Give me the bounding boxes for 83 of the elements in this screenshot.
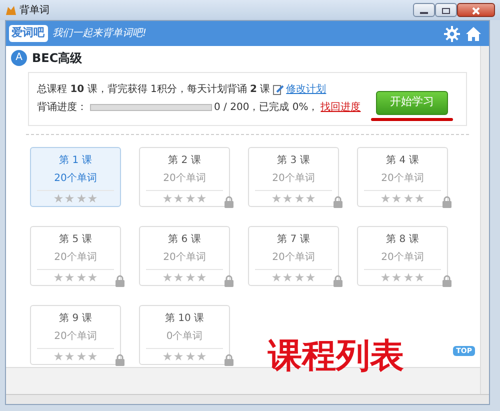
plan-summary: 总课程 10 课，背完获得 1积分，每天计划背诵 2 课 [37,82,270,98]
star-icon [392,272,402,282]
recover-progress-link[interactable]: 找回进度 [320,100,361,115]
star-icon [306,194,316,202]
word-count: 20个单词 [271,172,316,186]
lesson-title: 第 8 课 [385,232,420,246]
star-icon [272,272,281,282]
home-icon[interactable] [464,26,482,42]
star-icon [88,272,98,282]
lesson-title: 第 9 课 [58,312,93,326]
star-icon [186,194,195,202]
star-icon [54,352,63,360]
word-count: 20个单词 [380,250,425,264]
star-icon [294,194,304,202]
star-icon [76,272,86,282]
word-count: 20个单词 [380,172,425,186]
star-icon [186,272,195,282]
star-icon [162,352,172,360]
star-icon [76,194,86,202]
progress-label: 背诵进度： [37,100,87,115]
star-icon [65,272,74,282]
word-count: 20个单词 [53,172,98,186]
window-title: 背单词 [20,4,50,18]
annotation-text: 课程列表 [268,339,404,373]
star-icon [76,352,86,360]
app-logo: 爱词吧 [8,25,48,42]
word-count: 20个单词 [162,250,207,264]
maximize-icon [442,8,450,14]
word-count: 20个单词 [162,172,207,186]
lesson-card[interactable]: 第 1 课 20个单词 [30,146,121,206]
star-icon [197,272,206,282]
edit-plan-link[interactable]: 修改计划 [286,82,326,98]
scrollbar[interactable] [480,46,489,394]
horizontal-scrollbar[interactable] [6,394,489,404]
star-icon [415,272,424,282]
star-icon [174,272,184,282]
star-icon [404,272,413,282]
star-icon [174,194,184,202]
minimize-button[interactable] [413,3,435,17]
star-icon [380,194,390,202]
word-count: 20个单词 [271,250,316,264]
star-icon [197,194,206,202]
star-icon [65,194,74,202]
star-icon [272,194,281,202]
close-icon [472,7,480,16]
star-icon [415,194,424,202]
star-icon [65,352,74,360]
lesson-title: 第 10 课 [164,312,206,326]
maximize-button[interactable] [435,3,457,17]
lesson-title: 第 4 课 [385,154,420,168]
star-icon [404,194,413,202]
lesson-title: 第 1 课 [58,154,93,168]
word-count: 0个单词 [165,330,204,344]
book-title: BEC高级 [32,50,82,66]
close-button[interactable] [457,3,495,17]
progress-text: 0 / 200，已完成 0%， [214,100,318,115]
word-count: 20个单词 [53,250,98,264]
lesson-title: 第 2 课 [167,154,202,168]
app-icon [5,4,17,16]
lesson-title: 第 7 课 [276,232,311,246]
star-icon [392,194,402,202]
star-icon [88,194,98,202]
book-badge: A [11,50,27,66]
slogan: 我们一起来背单词吧! [52,26,147,41]
settings-icon[interactable] [444,26,460,42]
word-count: 20个单词 [53,330,98,344]
lesson-title: 第 6 课 [167,232,202,246]
star-icon [162,272,172,282]
star-icon [197,352,206,360]
star-icon [174,352,184,360]
star-icon [283,272,292,282]
lesson-title: 第 3 课 [276,154,311,168]
star-icon [380,272,390,282]
star-icon [283,194,292,202]
edit-icon [272,84,284,96]
star-icon [162,194,172,202]
star-icon [186,352,195,360]
star-icon [54,194,63,202]
star-icon [88,352,98,360]
star-icon [306,272,316,282]
lesson-title: 第 5 课 [58,232,93,246]
star-icon [294,272,304,282]
star-icon [54,272,63,282]
